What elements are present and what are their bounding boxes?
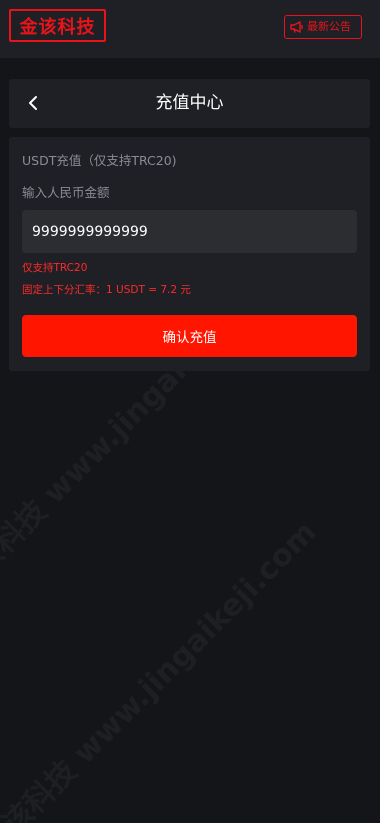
top-bar: 金该科技 最新公告 — [0, 0, 380, 58]
exchange-rate-hint: 固定上下分汇率：1 USDT = 7.2 元 — [22, 284, 191, 296]
chevron-left-icon — [29, 96, 37, 110]
recharge-form: USDT充值（仅支持TRC20) 输入人民币金额 仅支持TRC20 固定上下分汇… — [9, 137, 370, 371]
megaphone-icon — [290, 21, 303, 33]
amount-input[interactable] — [22, 210, 357, 253]
amount-label: 输入人民币金额 — [22, 185, 110, 200]
confirm-recharge-button[interactable]: 确认充值 — [22, 315, 357, 357]
notice-label: 最新公告 — [307, 20, 351, 33]
network-hint: 仅支持TRC20 — [22, 262, 88, 274]
page-header: 充值中心 — [9, 79, 370, 128]
page-title: 充值中心 — [155, 93, 224, 113]
back-button[interactable] — [23, 93, 43, 113]
page: 金该科技 www.jingaikeji.com 金该科技 www.jingaik… — [0, 0, 380, 823]
latest-notice-button[interactable]: 最新公告 — [284, 15, 362, 39]
watermark: 金该科技 www.jingaikeji.com — [0, 509, 324, 823]
brand-logo[interactable]: 金该科技 — [9, 9, 106, 42]
form-subtitle: USDT充值（仅支持TRC20) — [22, 153, 177, 168]
